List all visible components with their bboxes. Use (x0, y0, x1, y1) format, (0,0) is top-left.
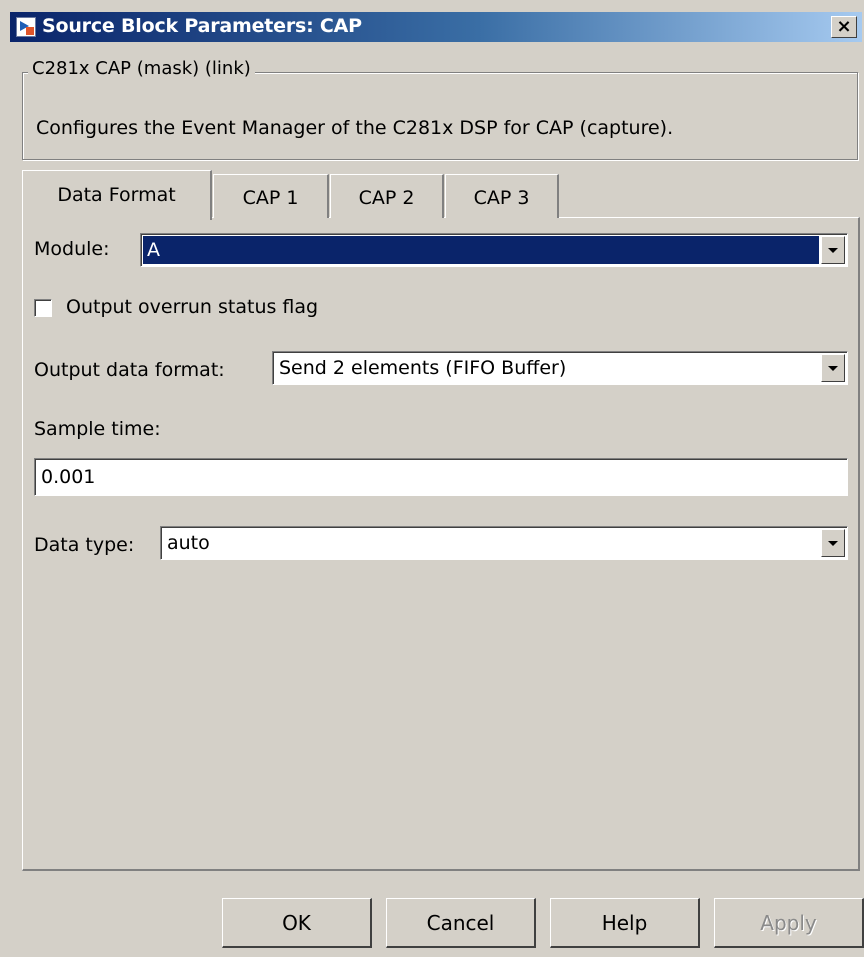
block-description: Configures the Event Manager of the C281… (36, 117, 674, 139)
group-legend: C281x CAP (mask) (link) (28, 58, 255, 79)
window-title: Source Block Parameters: CAP (42, 15, 362, 37)
chevron-down-icon[interactable] (821, 529, 845, 557)
module-select[interactable]: A (140, 233, 848, 267)
simulink-block-icon (16, 17, 36, 37)
data-type-value: auto (167, 532, 210, 554)
output-format-value: Send 2 elements (FIFO Buffer) (279, 357, 567, 379)
ok-button[interactable]: OK (222, 898, 372, 948)
module-value: A (143, 236, 819, 264)
tab-cap-3[interactable]: CAP 3 (445, 174, 559, 218)
data-type-select[interactable]: auto (160, 526, 848, 560)
output-format-select[interactable]: Send 2 elements (FIFO Buffer) (272, 351, 848, 385)
overrun-status-checkbox[interactable] (34, 299, 52, 317)
data-type-label: Data type: (34, 534, 135, 556)
apply-button[interactable]: Apply (714, 898, 864, 948)
chevron-down-icon[interactable] (821, 354, 845, 382)
mask-description-group (22, 72, 858, 160)
tab-strip: Data Format CAP 1 CAP 2 CAP 3 (22, 170, 862, 220)
output-format-label: Output data format: (34, 359, 225, 381)
tab-cap-2[interactable]: CAP 2 (330, 174, 444, 218)
cancel-button[interactable]: Cancel (386, 898, 536, 948)
module-label: Module: (34, 238, 110, 260)
overrun-status-label[interactable]: Output overrun status flag (66, 296, 318, 318)
tab-cap-1[interactable]: CAP 1 (213, 174, 329, 218)
sample-time-input[interactable] (34, 458, 848, 496)
tab-data-format[interactable]: Data Format (22, 170, 212, 220)
chevron-down-icon[interactable] (821, 236, 845, 264)
close-button[interactable]: × (831, 16, 857, 38)
help-button[interactable]: Help (550, 898, 700, 948)
sample-time-label: Sample time: (34, 418, 161, 440)
